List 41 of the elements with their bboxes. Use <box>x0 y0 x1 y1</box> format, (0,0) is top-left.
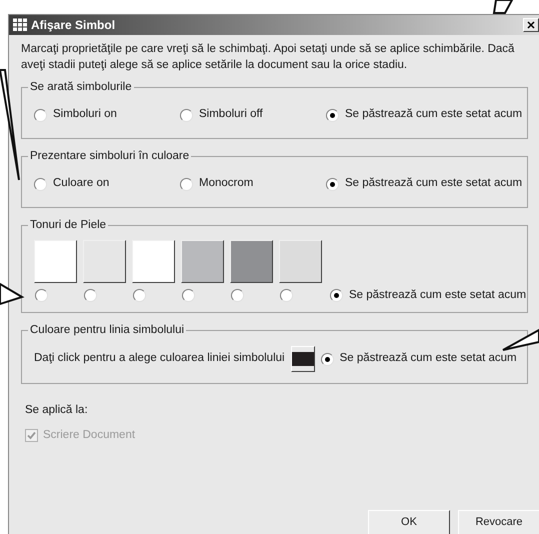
radio-label: Culoare on <box>53 176 110 192</box>
window-title: Afişare Simbol <box>31 17 116 34</box>
radio-label: Monocrom <box>199 176 254 192</box>
skin-tone-swatch[interactable] <box>132 240 175 283</box>
group-title: Culoare pentru linia simbolului <box>28 322 186 338</box>
radio-button[interactable] <box>34 108 47 122</box>
checkmark-icon <box>27 431 36 440</box>
radio-label: Se păstrează cum este setat acum <box>349 288 526 303</box>
skin-tone-swatch[interactable] <box>34 240 77 283</box>
radio-label: Se păstrează cum este setat acum <box>340 351 517 366</box>
radio-button[interactable] <box>231 289 244 302</box>
radio-button[interactable] <box>182 289 195 302</box>
radio-button[interactable] <box>320 352 334 366</box>
radio-button[interactable] <box>133 289 146 302</box>
skin-tone-swatch[interactable] <box>279 240 322 283</box>
skin-tone-swatch[interactable] <box>83 240 126 283</box>
radio-button[interactable] <box>326 108 339 122</box>
close-button[interactable] <box>523 18 539 32</box>
skin-tone-swatch[interactable] <box>230 240 273 283</box>
skin-tone-swatch[interactable] <box>181 240 224 283</box>
checkbox-label: Scriere Document <box>43 428 136 444</box>
radio-label: Simboluri off <box>199 107 263 122</box>
radio-button[interactable] <box>84 289 97 302</box>
color-picker-button[interactable] <box>290 346 315 372</box>
applies-to-label: Se aplică la: <box>25 403 89 418</box>
radio-label: Se păstrează cum este setat acum <box>345 107 522 122</box>
dialog-button[interactable]: Revocare <box>458 510 539 534</box>
dialog-button[interactable]: OK <box>368 510 450 534</box>
grid-icon <box>12 18 28 32</box>
radio-button[interactable] <box>180 178 193 190</box>
radio-button[interactable] <box>280 289 293 302</box>
radio-label: Se păstrează cum este setat acum <box>345 176 522 192</box>
radio-button[interactable] <box>35 289 48 302</box>
radio-button[interactable] <box>34 178 47 190</box>
instructions-text: Marcaţi proprietăţile pe care vreţi să le schimbaţi. Apoi setaţi unde să se aplice schimbările. Dacă aveţi stadii puteţi alege să se aplice setările la document sau la orice stadiu. <box>20 42 516 73</box>
radio-button[interactable] <box>326 178 339 190</box>
radio-button[interactable] <box>330 288 343 302</box>
prompt-text: Daţi click pentru a alege culoarea liniei simbolului <box>34 351 285 366</box>
close-icon <box>527 21 535 29</box>
radio-label: Simboluri on <box>53 107 117 122</box>
radio-button[interactable] <box>180 108 193 122</box>
